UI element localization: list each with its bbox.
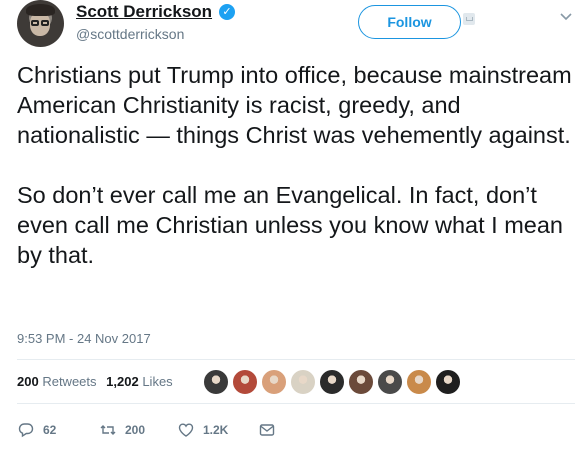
liker-avatar[interactable] [348,369,374,395]
retweets-count: 200 [17,374,39,389]
tweet-paragraph-1: Christians put Trump into office, becaus… [17,62,572,148]
direct-message-button[interactable] [258,420,284,440]
like-button[interactable]: 1.2K [177,420,228,440]
chevron-down-icon[interactable] [559,10,573,24]
heart-icon [177,421,195,439]
liker-avatar[interactable] [261,369,287,395]
verified-badge-icon: ✓ [219,4,235,20]
avatar-hair [26,4,55,16]
divider [17,359,575,360]
retweet-button[interactable]: 200 [99,420,145,440]
liker-avatar[interactable] [203,369,229,395]
tweet-header: Scott Derrickson ✓ @scottderrickson Foll… [0,0,582,56]
retweet-count: 200 [125,423,146,437]
reply-button[interactable]: 62 [17,420,56,440]
avatar-glasses-left [31,20,39,26]
likes-count: 1,202 [106,374,139,389]
liker-avatar[interactable] [290,369,316,395]
likes-label: Likes [142,374,173,389]
tweet-stats: 200 Retweets 1,202 Likes [17,374,179,389]
liker-avatar[interactable] [319,369,345,395]
liker-avatar[interactable] [232,369,258,395]
retweets-stat[interactable]: 200 Retweets [17,374,97,389]
liker-avatar[interactable] [435,369,461,395]
author-handle[interactable]: @scottderrickson [76,26,184,42]
liker-avatar[interactable] [377,369,403,395]
reply-icon [17,421,35,439]
reply-count: 62 [43,423,57,437]
liker-avatar[interactable] [406,369,432,395]
tweet-actions: 62 200 1.2K [17,420,317,440]
like-count: 1.2K [203,423,229,437]
author-avatar[interactable] [17,0,64,47]
tweet-timestamp[interactable]: 9:53 PM - 24 Nov 2017 [17,331,151,346]
envelope-icon [258,421,276,439]
divider [17,403,575,404]
tweet-paragraph-2: So don’t ever call me an Evangelical. In… [17,182,563,268]
follow-button[interactable]: Follow [358,5,461,39]
author-name[interactable]: Scott Derrickson [76,2,212,22]
retweet-icon [99,421,117,439]
retweets-label: Retweets [42,374,97,389]
likes-stat[interactable]: 1,202 Likes [106,374,173,389]
follow-notification-icon[interactable] [463,13,475,25]
tweet-text: Christians put Trump into office, becaus… [17,60,572,270]
avatar-glasses-right [41,20,49,26]
